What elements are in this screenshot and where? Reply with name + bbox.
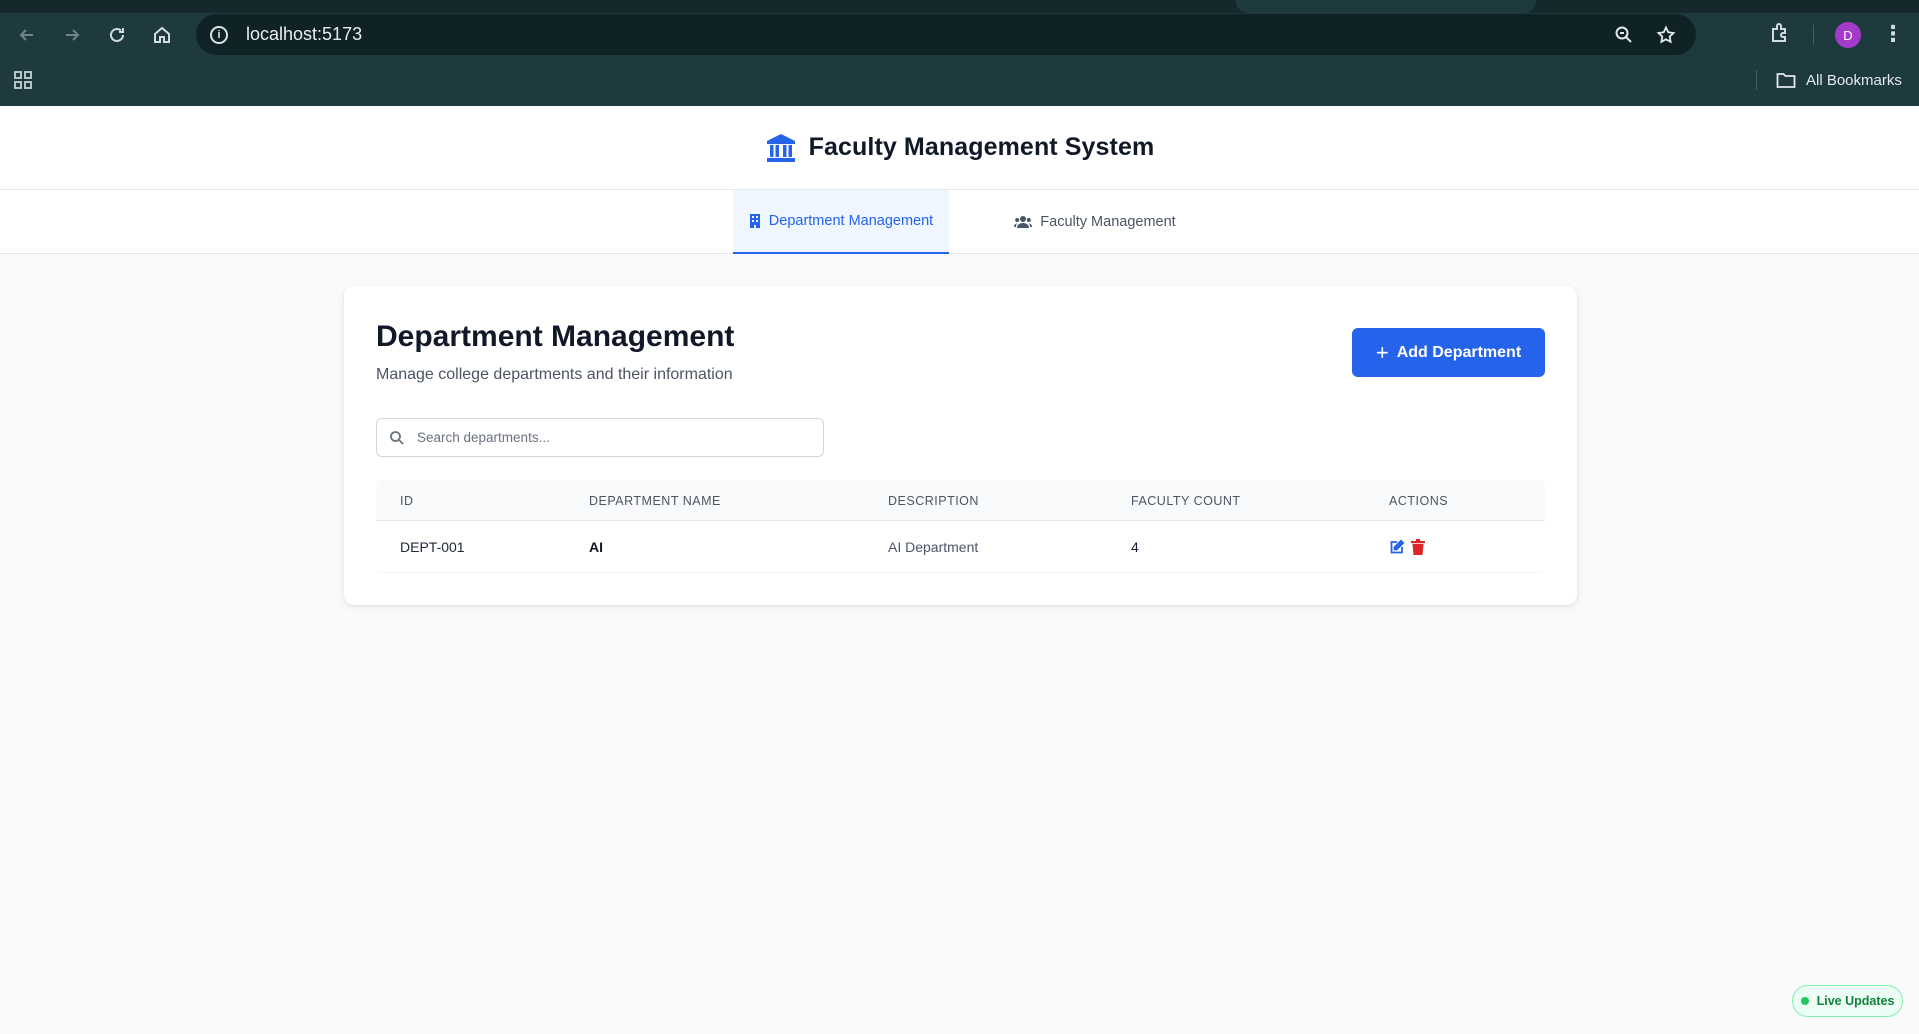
reload-icon[interactable]: [103, 21, 131, 49]
add-department-label: Add Department: [1396, 343, 1522, 361]
tab-strip: [0, 0, 1919, 13]
column-header-actions: ACTIONS: [1389, 493, 1449, 508]
bookmark-star-icon[interactable]: [1654, 23, 1678, 47]
tab-label: Department Management: [768, 213, 934, 229]
column-header-id[interactable]: ID: [400, 480, 414, 521]
home-icon[interactable]: [148, 21, 176, 49]
address-bar[interactable]: i localhost:5173: [196, 14, 1696, 55]
extensions-icon[interactable]: [1768, 21, 1794, 47]
plus-icon: +: [1375, 339, 1389, 365]
site-info-icon[interactable]: i: [210, 25, 228, 44]
browser-chrome: i localhost:5173 D ⋮ All Bookmarks: [0, 0, 1919, 106]
tab-department-management[interactable]: Department Management: [733, 190, 949, 254]
browser-tab[interactable]: [1236, 0, 1536, 13]
search-icon: [390, 430, 404, 445]
tab-faculty-management[interactable]: Faculty Management: [1010, 190, 1180, 254]
profile-avatar[interactable]: D: [1835, 22, 1861, 48]
forward-icon[interactable]: [58, 21, 86, 49]
live-updates-label: Live Updates: [1816, 994, 1895, 1008]
column-header-description[interactable]: DESCRIPTION: [888, 480, 979, 521]
table-row[interactable]: DEPT-001 AI AI Department 4: [376, 521, 1545, 573]
departments-table: ID DEPARTMENT NAME DESCRIPTION FACULTY C…: [376, 480, 1545, 573]
building-icon: [749, 214, 760, 228]
live-updates-badge: Live Updates: [1792, 985, 1903, 1017]
department-card: Department Management Manage college dep…: [344, 286, 1577, 605]
edit-icon[interactable]: [1389, 539, 1405, 555]
url-text[interactable]: localhost:5173: [246, 24, 362, 45]
app-header: Faculty Management System: [0, 106, 1919, 190]
toolbar-separator: [1813, 25, 1814, 45]
search-field[interactable]: [376, 418, 824, 457]
column-header-faculty-count[interactable]: FACULTY COUNT: [1131, 480, 1241, 521]
bookmarks-separator: [1756, 70, 1757, 90]
university-icon: [766, 133, 795, 162]
browser-menu-icon[interactable]: ⋮: [1880, 21, 1906, 47]
search-input[interactable]: [417, 430, 817, 445]
trash-icon[interactable]: [1411, 539, 1427, 555]
zoom-icon[interactable]: [1612, 23, 1636, 47]
department-id: DEPT-001: [400, 539, 465, 555]
bookmarks-bar: All Bookmarks: [0, 62, 1919, 98]
all-bookmarks-label: All Bookmarks: [1806, 71, 1902, 89]
live-status-dot: [1800, 997, 1809, 1005]
all-bookmarks-button[interactable]: All Bookmarks: [1776, 68, 1902, 92]
column-header-name[interactable]: DEPARTMENT NAME: [589, 480, 721, 521]
department-description: AI Department: [888, 539, 979, 555]
browser-toolbar: i localhost:5173 D ⋮: [0, 13, 1919, 55]
app-title: Faculty Management System: [808, 133, 1155, 161]
table-header: ID DEPARTMENT NAME DESCRIPTION FACULTY C…: [376, 480, 1545, 521]
row-actions: [1389, 521, 1433, 573]
tab-label: Faculty Management: [1040, 214, 1176, 230]
back-icon[interactable]: [13, 21, 41, 49]
department-name: AI: [589, 539, 603, 555]
folder-icon: [1776, 73, 1796, 88]
faculty-count: 4: [1131, 539, 1139, 555]
users-icon: [1014, 216, 1033, 228]
apps-grid-icon[interactable]: [13, 70, 33, 90]
main-tabs: Department Management Faculty Management: [0, 190, 1919, 254]
page-subtitle: Manage college departments and their inf…: [376, 366, 733, 383]
page-title: Department Management: [376, 320, 735, 353]
add-department-button[interactable]: + Add Department: [1352, 328, 1545, 377]
